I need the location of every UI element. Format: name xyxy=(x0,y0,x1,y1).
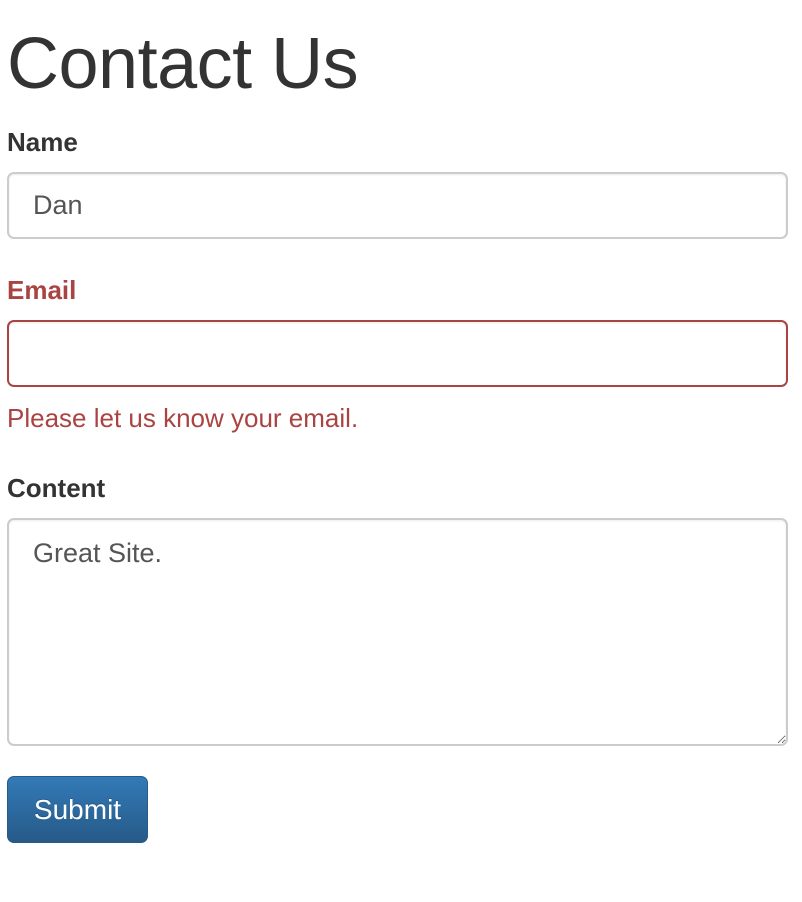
email-field[interactable] xyxy=(7,320,788,387)
page-title: Contact Us xyxy=(7,24,359,104)
email-error-message: Please let us know your email. xyxy=(7,403,359,433)
name-field[interactable] xyxy=(7,172,788,239)
submit-button[interactable]: Submit xyxy=(7,776,148,843)
name-label: Name xyxy=(7,127,78,157)
content-textarea[interactable]: Great Site. xyxy=(7,518,788,746)
content-label: Content xyxy=(7,473,106,503)
email-label: Email xyxy=(7,275,77,305)
